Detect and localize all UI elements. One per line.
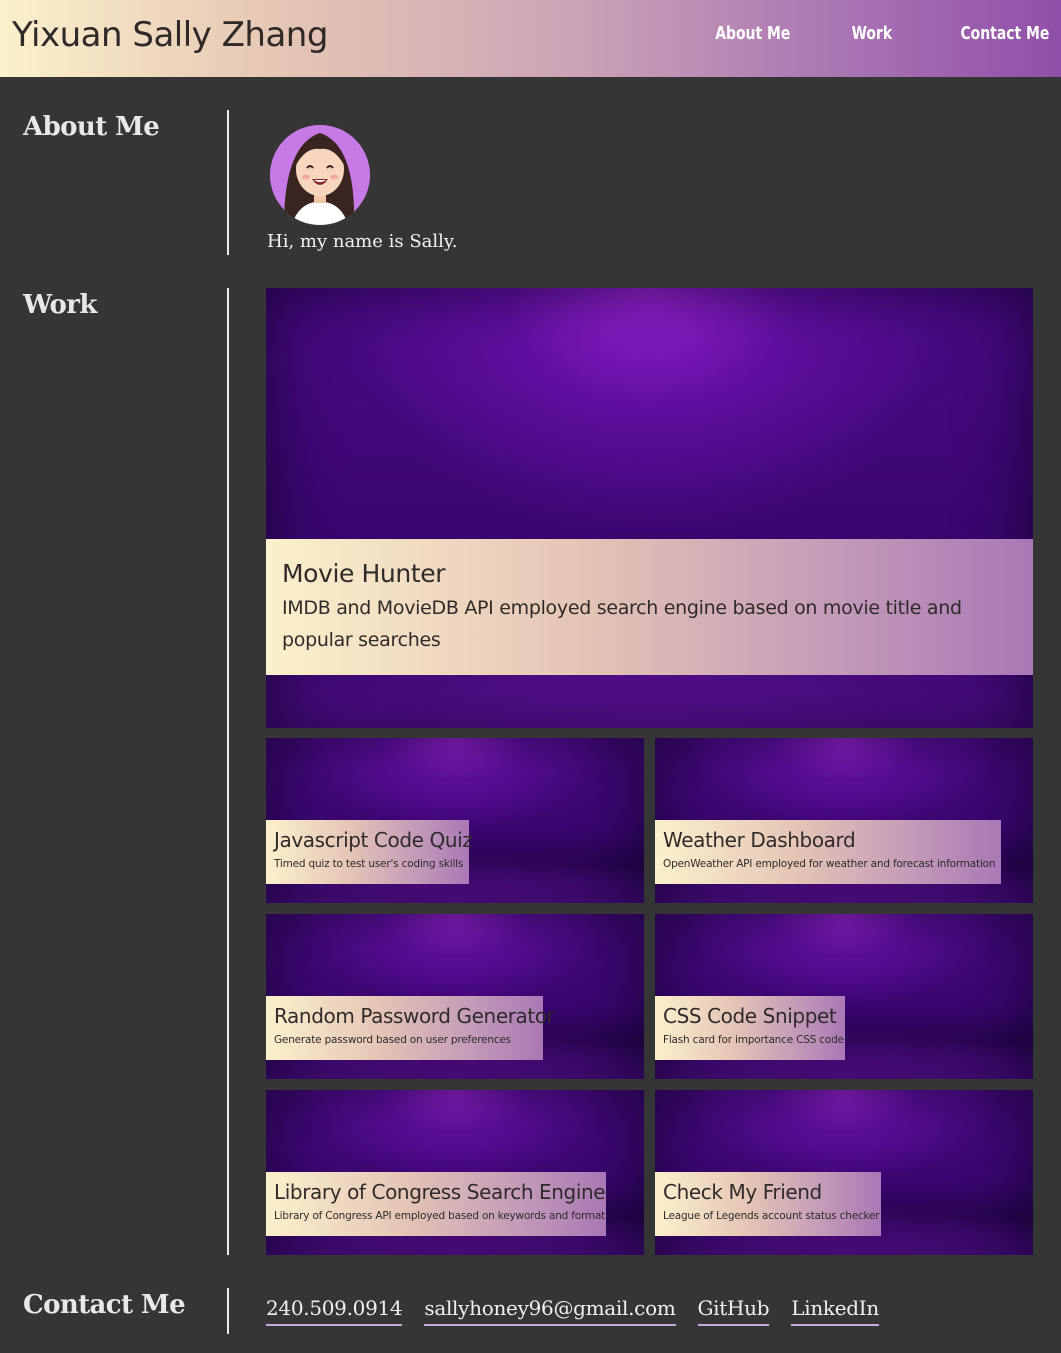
project-title: Random Password Generator	[274, 1004, 555, 1028]
project-title: Weather Dashboard	[663, 828, 856, 852]
nav-work[interactable]: Work	[851, 23, 892, 44]
about-divider	[227, 110, 229, 255]
contact-divider	[227, 1288, 229, 1334]
project-card-css-code-snippet[interactable]: CSS Code Snippet Flash card for importan…	[655, 914, 1033, 1079]
project-caption: Random Password Generator Generate passw…	[266, 996, 555, 1060]
contact-links: 240.509.0914 sallyhoney96@gmail.com GitH…	[266, 1296, 901, 1326]
project-caption: CSS Code Snippet Flash card for importan…	[655, 996, 845, 1060]
project-title: Javascript Code Quiz	[274, 828, 473, 852]
project-card-check-my-friend[interactable]: Check My Friend League of Legends accoun…	[655, 1090, 1033, 1255]
project-card-random-password-generator[interactable]: Random Password Generator Generate passw…	[266, 914, 644, 1079]
project-description: League of Legends account status checker	[663, 1210, 880, 1222]
site-title: Yixuan Sally Zhang	[12, 14, 328, 55]
project-card-movie-hunter[interactable]: Movie Hunter IMDB and MovieDB API employ…	[266, 288, 1033, 728]
project-card-javascript-code-quiz[interactable]: Javascript Code Quiz Timed quiz to test …	[266, 738, 644, 903]
work-divider	[227, 288, 229, 1255]
project-title: CSS Code Snippet	[663, 1004, 837, 1028]
project-caption: Library of Congress Search Engine Librar…	[266, 1172, 606, 1236]
project-caption: Weather Dashboard OpenWeather API employ…	[655, 820, 1001, 884]
main-nav: About Me Work Contact Me	[649, 23, 1049, 44]
work-heading: Work	[23, 290, 97, 320]
site-header: Yixuan Sally Zhang About Me Work Contact…	[0, 0, 1061, 77]
nav-contact-me[interactable]: Contact Me	[960, 23, 1049, 44]
project-card-library-of-congress-search-engine[interactable]: Library of Congress Search Engine Librar…	[266, 1090, 644, 1255]
contact-heading: Contact Me	[23, 1290, 186, 1320]
project-description: Generate password based on user preferen…	[274, 1034, 511, 1046]
project-card-weather-dashboard[interactable]: Weather Dashboard OpenWeather API employ…	[655, 738, 1033, 903]
contact-github-link[interactable]: GitHub	[697, 1296, 770, 1326]
contact-phone-link[interactable]: 240.509.0914	[266, 1296, 403, 1326]
project-description: OpenWeather API employed for weather and…	[663, 858, 996, 870]
project-description: Flash card for importance CSS code	[663, 1034, 844, 1046]
project-description: Library of Congress API employed based o…	[274, 1210, 606, 1222]
contact-email-link[interactable]: sallyhoney96@gmail.com	[424, 1296, 676, 1326]
nav-about-me[interactable]: About Me	[716, 23, 791, 44]
project-title: Movie Hunter	[282, 559, 446, 588]
contact-linkedin-link[interactable]: LinkedIn	[791, 1296, 879, 1326]
project-caption: Movie Hunter IMDB and MovieDB API employ…	[266, 539, 1033, 675]
project-caption: Check My Friend League of Legends accoun…	[655, 1172, 881, 1236]
project-description: IMDB and MovieDB API employed search eng…	[282, 597, 962, 651]
project-title: Check My Friend	[663, 1180, 822, 1204]
avatar	[270, 125, 370, 225]
project-title: Library of Congress Search Engine	[274, 1180, 606, 1204]
about-text: Hi, my name is Sally.	[267, 231, 458, 252]
avatar-illustration-icon	[270, 125, 370, 225]
about-heading: About Me	[23, 112, 160, 142]
project-description: Timed quiz to test user's coding skills	[274, 858, 464, 870]
project-caption: Javascript Code Quiz Timed quiz to test …	[266, 820, 473, 884]
